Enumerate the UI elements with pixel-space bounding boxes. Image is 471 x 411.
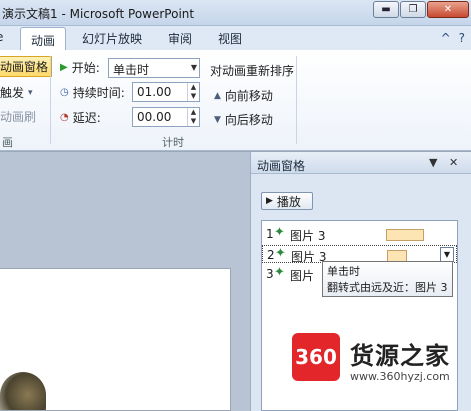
clock-icon: ◷ (60, 87, 69, 98)
pane-header: 动画窗格 ▼ ✕ (251, 152, 471, 174)
item-tooltip: 单击时 翻转式由远及近：图片 3 (322, 261, 453, 297)
triangle-up-icon: ▲ (214, 90, 221, 101)
restore-button[interactable]: ❐ (400, 1, 426, 18)
entrance-star-icon: ✦ (275, 246, 286, 261)
start-value: 单击时 (113, 63, 150, 77)
advanced-group-label: 画 (2, 136, 13, 149)
duration-label: ◷ 持续时间: (60, 84, 125, 101)
play-triangle-icon: ▶ (60, 62, 68, 73)
move-later-label: 向后移动 (224, 113, 273, 127)
slide-workspace (0, 152, 250, 411)
pane-close-icon[interactable]: ✕ (449, 156, 458, 169)
watermark-logo: 360 (292, 333, 340, 381)
entrance-star-icon: ✦ (274, 225, 285, 240)
chevron-down-icon: ▼ (190, 63, 197, 72)
delay-value: 00.00 (137, 110, 172, 124)
close-button[interactable]: ✕ (427, 1, 469, 18)
spin-arrows-icon[interactable]: ▲ ▼ (187, 108, 199, 126)
delay-label: ◔ 延迟: (60, 109, 101, 126)
pane-title: 动画窗格 (257, 159, 306, 173)
play-icon: ▶ (266, 196, 273, 206)
move-earlier-button[interactable]: ▲ 向前移动 (214, 87, 273, 104)
timing-group-label: 计时 (162, 136, 184, 149)
help-icon[interactable]: ? (459, 31, 465, 45)
animation-painter-button[interactable]: 动画刷 (0, 108, 36, 125)
start-label: ▶ 开始: (60, 59, 100, 76)
group-divider (296, 56, 297, 144)
play-label: 播放 (276, 194, 301, 209)
tooltip-trigger-text: 单击时 (327, 265, 360, 278)
dropdown-arrow-icon: ▾ (28, 87, 33, 98)
trigger-button[interactable]: 触发 ▾ (0, 84, 33, 101)
start-combo[interactable]: 单击时 ▼ (108, 58, 200, 78)
tab-review[interactable]: 审阅 (168, 30, 192, 47)
watermark-name: 货源之家 (350, 342, 450, 370)
item-label: 图片 (290, 269, 315, 283)
delay-label-text: 延迟: (72, 111, 101, 125)
duration-stepper[interactable]: 01.00 ▲ ▼ (132, 82, 200, 102)
tab-animations[interactable]: 动画 (20, 27, 67, 51)
delay-stepper[interactable]: 00.00 ▲ ▼ (132, 107, 200, 127)
spin-arrows-icon[interactable]: ▲ ▼ (187, 83, 199, 101)
entrance-star-icon: ✦ (274, 265, 285, 280)
triangle-down-icon: ▼ (214, 114, 221, 125)
window-title: 演示文稿1 - Microsoft PowerPoint (2, 7, 195, 21)
duration-label-text: 持续时间: (72, 86, 125, 100)
tab-slideshow[interactable]: 幻灯片放映 (82, 30, 142, 47)
tab-view[interactable]: 视图 (218, 30, 242, 47)
timeline-bar[interactable] (386, 229, 424, 241)
pane-menu-icon[interactable]: ▼ (429, 156, 437, 169)
item-label: 图片 3 (290, 229, 326, 243)
play-button[interactable]: ▶ 播放 (261, 192, 313, 210)
window-controls: ▬ ❐ ✕ (372, 1, 469, 18)
reorder-title: 对动画重新排序 (210, 64, 295, 78)
animation-pane-label: 动画窗格 (0, 60, 49, 74)
duration-value: 01.00 (137, 85, 172, 99)
collapse-ribbon-icon[interactable]: ^ (441, 31, 451, 45)
animation-painter-label: 动画刷 (0, 110, 37, 124)
delay-clock-icon: ◔ (60, 112, 69, 123)
animation-pane-button[interactable]: 动画窗格 (0, 56, 53, 77)
slide-picture[interactable] (0, 372, 46, 410)
slide-canvas[interactable] (0, 268, 231, 411)
ribbon-tabs: e 动画 幻灯片放映 审阅 视图 ^ ? (0, 26, 471, 51)
item-number: 1 (266, 227, 274, 241)
ribbon: 动画窗格 触发 ▾ 动画刷 画 ▶ 开始: 单击时 ▼ ◷ 持续时间: 01.0… (0, 50, 471, 151)
title-bar: 演示文稿1 - Microsoft PowerPoint ▬ ❐ ✕ (0, 0, 471, 26)
item-number: 3 (266, 267, 274, 281)
minimize-button[interactable]: ▬ (373, 1, 399, 18)
tab-partial[interactable]: e (0, 30, 3, 44)
item-number: 2 (267, 248, 275, 262)
tooltip-effect-text: 翻转式由远及近：图片 3 (327, 281, 448, 294)
start-label-text: 开始: (71, 61, 100, 75)
group-divider (50, 56, 51, 144)
move-later-button[interactable]: ▼ 向后移动 (214, 111, 273, 128)
list-item[interactable]: 1 ✦ 图片 3 (262, 225, 457, 243)
chevron-down-icon[interactable]: ▼ (440, 247, 454, 262)
trigger-label: 触发 (0, 86, 25, 100)
watermark-url: www.360hyzj.com (350, 370, 450, 383)
move-earlier-label: 向前移动 (224, 89, 273, 103)
